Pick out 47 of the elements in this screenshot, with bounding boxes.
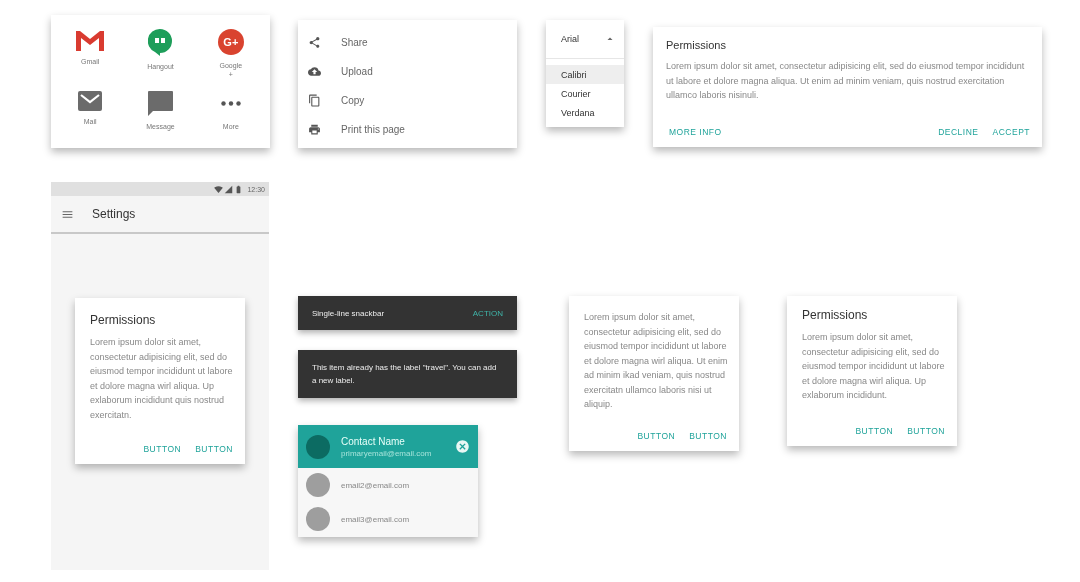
more-icon [220,101,241,106]
dialog-button[interactable]: BUTTON [634,429,679,443]
contact-email: primaryemail@email.com [341,448,433,458]
avatar [306,434,330,459]
menu-item[interactable]: Upload [298,57,517,86]
share-icon [308,36,321,49]
dialog-text: Lorem ipsum dolor sit amet, consectetur adipisicing elit, sed do eiusmod tempor incididunt ut labore et dolore magna aliqua. Ut enim ad minim veniam, quis nostrud exercitation ullamco laboris nisinuli. [666,60,1026,102]
contact-suggestion[interactable]: email2@email.com [298,468,478,502]
snackbar-action[interactable]: ACTION [472,308,503,318]
printer-icon [308,123,321,136]
dialog-title: Permissions [802,308,869,322]
wifi-icon [214,184,224,194]
font-option[interactable]: Verdana [546,103,624,122]
copy-icon [308,94,321,107]
message-icon [148,91,173,116]
app-title: Settings [92,207,136,221]
contact-suggestion[interactable]: email3@email.com [298,502,478,536]
dialog-button[interactable]: BUTTON [686,429,730,443]
snackbar-message: Single-line snackbar [312,307,385,320]
snackbar-message: This item already has the label "travel". You can add a new label. [312,362,498,387]
dialog-text: Lorem ipsum dolor sit amet, consectetur adipisicing elit, sed do eiusmod tempor incididunt ut labore et dolore magna wirl aliqua. Ut enim ad minim ikad veniam, quis nostrud exercitatn ullamco laboris nisi ut aliquip. [584,311,729,411]
dialog-text: Lorem ipsum dolor sit amet, consectetur adipisicing elit, sed do eiusmod tempor incididunt ut labore et dolore magna wirl aliqua. Up exlaborum incididunt. [802,331,946,402]
chat-bubble-icon [148,29,173,56]
contact-chip-header[interactable]: Contact Name primaryemail@email.com [298,425,478,468]
dialog-button[interactable]: BUTTON [140,442,185,456]
dialog-button[interactable]: ACCEPT [989,125,1033,139]
signal-icon [224,184,234,194]
menu-item[interactable]: Print this page [298,115,517,144]
more-info-button[interactable]: MORE INFO [666,125,725,139]
contact-name: Contact Name [341,435,406,447]
dialog-title: Permissions [90,313,157,327]
menu-item[interactable]: Share [298,28,517,57]
dialog-button[interactable]: BUTTON [192,442,236,456]
dialog-button[interactable]: DECLINE [935,125,982,139]
envelope-icon [78,91,103,111]
dialog-text: Lorem ipsum dolor sit amet, consectetur adipisicing elit, sed do eiusmod tempor incididunt ut labore et dolore magna wirl aliqua. Up exlaborum incididunt quis nostrud exercitatn. [90,336,234,422]
font-name: Arial [561,34,579,44]
plus-logo: G+ [217,29,244,55]
font-option[interactable]: Courier [546,84,624,103]
close-icon[interactable] [455,439,470,454]
cloud-upload-icon [308,65,321,78]
mail-icon [75,29,106,51]
dialog-title: Permissions [666,39,727,51]
font-option[interactable]: Calibri [546,65,624,84]
menu-item[interactable]: Copy [298,86,517,115]
dialog-button[interactable]: BUTTON [904,424,948,438]
dialog-button[interactable]: BUTTON [852,424,897,438]
